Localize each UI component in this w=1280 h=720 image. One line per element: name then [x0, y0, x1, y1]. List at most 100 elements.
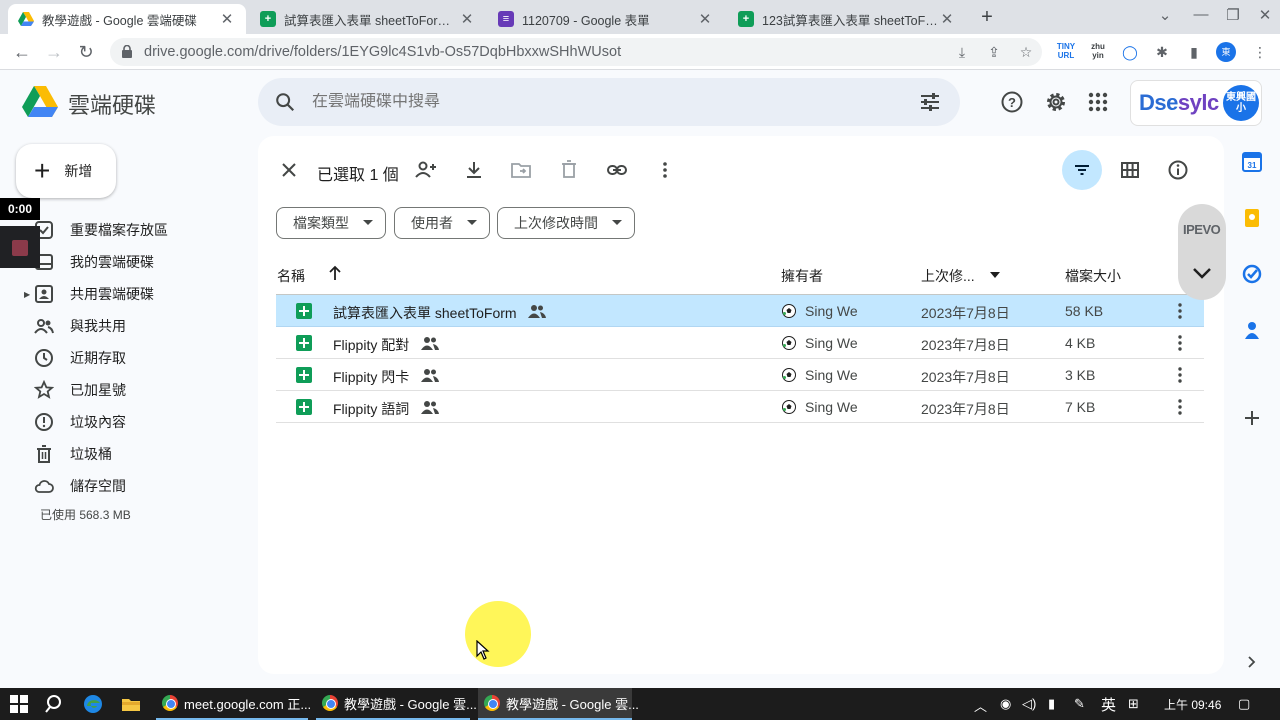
- file-row[interactable]: Flippity 語詞 Sing We 2023年7月8日 7 KB: [276, 391, 1204, 423]
- zhuyin-extension-icon[interactable]: zhu yin: [1088, 42, 1108, 62]
- tab-close-icon[interactable]: ✕: [218, 10, 236, 28]
- search-options-icon[interactable]: [918, 90, 942, 114]
- taskbar-app-drive-1[interactable]: 教學遊戲 - Google 雲...: [316, 688, 477, 720]
- bookmark-star-icon[interactable]: ☆: [1016, 42, 1036, 62]
- tray-overflow-chevron-icon[interactable]: ︿: [974, 696, 987, 715]
- new-tab-button[interactable]: +: [976, 6, 998, 28]
- grid-view-icon[interactable]: [1118, 158, 1142, 182]
- organization-brand[interactable]: Dsesylc 東興國小: [1130, 80, 1262, 126]
- pen-icon[interactable]: ✎: [1074, 696, 1085, 712]
- drive-search-bar[interactable]: [258, 78, 960, 126]
- sidebar-item-shared-with-me[interactable]: 與我共用: [16, 310, 244, 342]
- location-icon[interactable]: ◉: [1000, 696, 1011, 712]
- row-more-options-icon[interactable]: [1172, 365, 1188, 385]
- browser-tab-drive[interactable]: 教學遊戲 - Google 雲端硬碟 ✕: [8, 4, 246, 34]
- volume-speaker-icon[interactable]: ◁): [1022, 696, 1036, 712]
- tab-close-icon[interactable]: ✕: [458, 10, 476, 28]
- windows-start-icon[interactable]: [8, 693, 30, 715]
- column-header-name[interactable]: 名稱: [277, 266, 305, 286]
- ime-keyboard-icon[interactable]: ⊞: [1128, 696, 1139, 712]
- sidebar-item-shared-drives[interactable]: ▶ 共用雲端硬碟: [16, 278, 244, 310]
- reload-icon[interactable]: ↻: [74, 40, 98, 64]
- filter-icon[interactable]: [1070, 158, 1094, 182]
- sidebar-item-starred[interactable]: 已加星號: [16, 374, 244, 406]
- browser-tab-form[interactable]: ≡ 1120709 - Google 表單 ✕: [488, 4, 724, 34]
- download-icon[interactable]: [462, 158, 486, 182]
- microphone-icon[interactable]: ▮: [1048, 696, 1055, 712]
- tab-close-icon[interactable]: ✕: [938, 10, 956, 28]
- tasks-icon[interactable]: [1242, 264, 1262, 284]
- search-icon[interactable]: [274, 91, 296, 113]
- taskbar-app-meet[interactable]: meet.google.com 正...: [156, 688, 311, 720]
- file-row[interactable]: 試算表匯入表單 sheetToForm Sing We 2023年7月8日 58…: [276, 295, 1204, 327]
- restore-icon[interactable]: ❐: [1218, 6, 1248, 24]
- app-title[interactable]: 雲端硬碟: [68, 88, 156, 120]
- sort-ascending-arrow-icon[interactable]: [327, 264, 343, 282]
- forward-icon[interactable]: →: [42, 40, 66, 64]
- calendar-icon[interactable]: 31: [1242, 152, 1262, 172]
- sidebar-item-recent[interactable]: 近期存取: [16, 342, 244, 374]
- side-panel-icon[interactable]: ▮: [1184, 42, 1204, 62]
- column-header-size[interactable]: 檔案大小: [1065, 266, 1121, 286]
- install-icon[interactable]: ⤓: [952, 42, 972, 62]
- ipevo-widget[interactable]: [1178, 204, 1226, 300]
- search-input[interactable]: [312, 93, 918, 111]
- filter-chip-file-type[interactable]: 檔案類型: [276, 207, 386, 239]
- address-bar[interactable]: drive.google.com/drive/folders/1EYG9lc4S…: [110, 38, 1042, 66]
- sidebar-item-spam[interactable]: 垃圾內容: [16, 406, 244, 438]
- expand-caret-icon[interactable]: ▶: [24, 290, 30, 299]
- delete-trash-icon[interactable]: [557, 158, 581, 182]
- file-explorer-folder-icon[interactable]: [120, 693, 142, 715]
- taskbar-search-icon[interactable]: [44, 693, 66, 715]
- filter-chip-people[interactable]: 使用者: [394, 207, 490, 239]
- back-icon[interactable]: ←: [10, 40, 34, 64]
- clear-selection-close-icon[interactable]: [277, 158, 301, 182]
- taskbar-app-drive-2[interactable]: 教學遊戲 - Google 雲...: [478, 688, 639, 720]
- get-addons-plus-icon[interactable]: [1242, 408, 1262, 428]
- circle-extension-icon[interactable]: ◯: [1120, 42, 1140, 62]
- column-header-modified[interactable]: 上次修...: [921, 266, 975, 286]
- extensions-puzzle-icon[interactable]: ✱: [1152, 42, 1172, 62]
- tab-close-icon[interactable]: ✕: [696, 10, 714, 28]
- system-clock[interactable]: 上午 09:46: [1164, 696, 1221, 713]
- file-row[interactable]: Flippity 閃卡 Sing We 2023年7月8日 3 KB: [276, 359, 1204, 391]
- new-button[interactable]: + 新增: [16, 144, 116, 198]
- move-folder-icon[interactable]: [509, 158, 533, 182]
- profile-avatar-icon[interactable]: 東: [1216, 42, 1236, 62]
- row-more-options-icon[interactable]: [1172, 333, 1188, 353]
- apps-grid-icon[interactable]: [1086, 90, 1110, 114]
- row-more-options-icon[interactable]: [1172, 301, 1188, 321]
- copy-link-icon[interactable]: [605, 158, 629, 182]
- share-icon[interactable]: ⇪: [984, 42, 1004, 62]
- sidebar-item-trash[interactable]: 垃圾桶: [16, 438, 244, 470]
- tab-search-icon[interactable]: ⌄: [1150, 6, 1180, 24]
- help-icon[interactable]: ?: [1000, 90, 1024, 114]
- share-person-add-icon[interactable]: [414, 158, 438, 182]
- edge-browser-icon[interactable]: [82, 693, 104, 715]
- sidebar-item-storage[interactable]: 儲存空間: [16, 470, 244, 502]
- ime-language-indicator[interactable]: 英: [1101, 694, 1116, 715]
- row-more-options-icon[interactable]: [1172, 397, 1188, 417]
- notification-center-icon[interactable]: ▢: [1238, 696, 1250, 712]
- contacts-icon[interactable]: [1242, 320, 1262, 340]
- filter-chip-modified[interactable]: 上次修改時間: [497, 207, 635, 239]
- keep-notes-icon[interactable]: [1242, 208, 1262, 228]
- sidebar-item-priority[interactable]: 重要檔案存放區: [16, 214, 244, 246]
- recording-stop-icon[interactable]: [12, 240, 28, 256]
- details-info-icon[interactable]: [1166, 158, 1190, 182]
- tinyurl-extension-icon[interactable]: TINY URL: [1056, 42, 1076, 62]
- sidebar-item-my-drive[interactable]: 我的雲端硬碟: [16, 246, 244, 278]
- chevron-down-icon[interactable]: [1191, 266, 1213, 280]
- browser-tab-sheet-2[interactable]: + 123試算表匯入表單 sheetToForm ✕: [728, 4, 966, 34]
- window-close-icon[interactable]: ✕: [1250, 6, 1280, 24]
- more-actions-icon[interactable]: [653, 158, 677, 182]
- column-header-owner[interactable]: 擁有者: [781, 266, 823, 286]
- file-row[interactable]: Flippity 配對 Sing We 2023年7月8日 4 KB: [276, 327, 1204, 359]
- settings-gear-icon[interactable]: [1044, 90, 1068, 114]
- browser-tab-sheet[interactable]: + 試算表匯入表單 sheetToForm - G ✕: [250, 4, 486, 34]
- minimize-icon[interactable]: —: [1186, 6, 1216, 23]
- expand-side-panel-chevron-icon[interactable]: [1242, 652, 1262, 672]
- browser-menu-icon[interactable]: ⋮: [1250, 42, 1270, 62]
- google-drive-logo[interactable]: [22, 86, 58, 118]
- modified-sort-dropdown-icon[interactable]: [990, 272, 1000, 278]
